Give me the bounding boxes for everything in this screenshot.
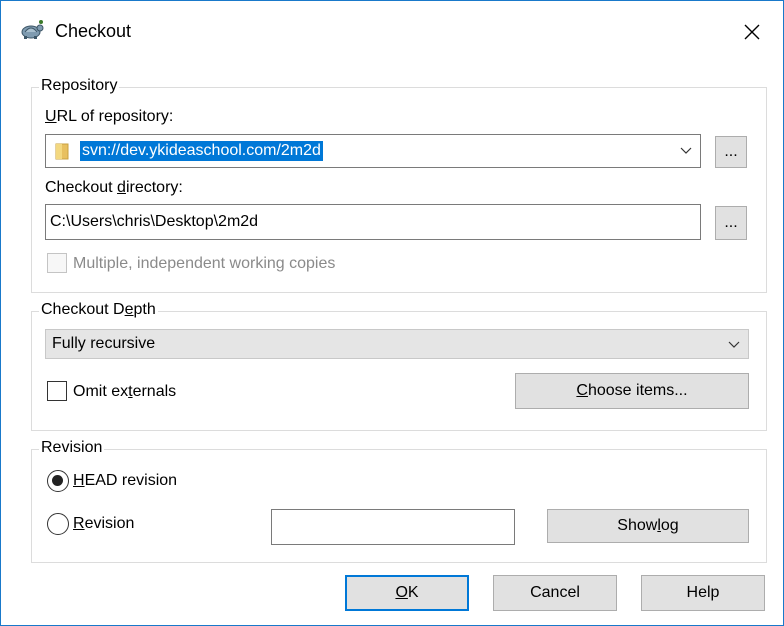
revision-label: Revision xyxy=(73,515,135,532)
url-browse-button[interactable]: ... xyxy=(715,136,747,168)
url-value: svn://dev.ykideaschool.com/2m2d xyxy=(80,141,323,161)
tortoise-icon xyxy=(21,20,44,39)
url-combobox[interactable]: svn://dev.ykideaschool.com/2m2d xyxy=(45,134,701,168)
revision-group xyxy=(31,449,767,563)
checkout-depth-select[interactable]: Fully recursive xyxy=(45,329,749,359)
omit-externals-label: Omit externals xyxy=(73,383,177,400)
ok-button[interactable]: OK xyxy=(345,575,469,611)
checkout-depth-group-label: Checkout Depth xyxy=(39,301,158,319)
revision-group-label: Revision xyxy=(39,439,105,457)
choose-items-button[interactable]: Choose items... xyxy=(515,373,749,409)
radio-selected-dot xyxy=(52,475,63,486)
omit-externals-checkbox[interactable] xyxy=(47,381,67,401)
checkout-directory-input[interactable]: C:\Users\chris\Desktop\2m2d xyxy=(45,204,701,240)
close-button[interactable] xyxy=(729,13,775,51)
revision-radio[interactable] xyxy=(47,513,69,535)
checkout-directory-label: Checkout directory: xyxy=(45,179,183,196)
head-revision-radio[interactable] xyxy=(47,470,69,492)
cancel-button[interactable]: Cancel xyxy=(493,575,617,611)
multiple-copies-label: Multiple, independent working copies xyxy=(73,255,336,272)
title-bar: Checkout xyxy=(1,1,783,57)
multiple-copies-checkbox[interactable] xyxy=(47,253,67,273)
chevron-down-icon xyxy=(728,341,740,348)
url-label: URL of repository: xyxy=(45,108,174,125)
help-button[interactable]: Help xyxy=(641,575,765,611)
repository-group-label: Repository xyxy=(39,77,120,95)
chevron-down-icon xyxy=(680,147,692,154)
close-icon xyxy=(744,24,760,40)
revision-number-input[interactable] xyxy=(271,509,515,545)
folder-icon xyxy=(55,143,69,160)
checkout-dialog: Checkout Repository URL of repository: s… xyxy=(0,0,784,626)
head-revision-label: HEAD revision xyxy=(73,472,178,489)
checkout-directory-value: C:\Users\chris\Desktop\2m2d xyxy=(50,213,259,230)
directory-browse-button[interactable]: ... xyxy=(715,206,747,240)
window-title: Checkout xyxy=(55,21,132,41)
show-log-button[interactable]: Show l og xyxy=(547,509,749,543)
checkout-depth-value: Fully recursive xyxy=(52,335,156,352)
